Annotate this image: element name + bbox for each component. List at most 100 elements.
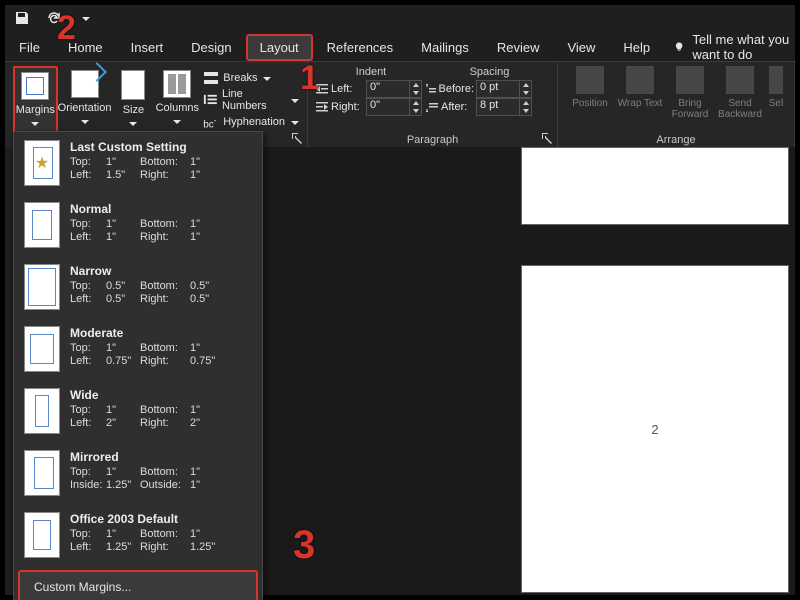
preset-top-value: 1" (106, 404, 140, 416)
margin-preset-thumb (24, 388, 60, 434)
hyphenation-label: Hyphenation (223, 116, 285, 128)
size-button[interactable]: Size (111, 66, 155, 126)
stepper-down-icon[interactable] (519, 107, 531, 115)
line-numbers-button[interactable]: Line Numbers (203, 90, 299, 110)
save-icon[interactable] (13, 9, 31, 27)
redo-icon[interactable] (45, 9, 63, 27)
custom-margins-button[interactable]: Custom Margins... (18, 570, 258, 600)
tab-file[interactable]: File (5, 34, 54, 61)
preset-bottom-value: 1" (190, 218, 220, 230)
spacing-before-input[interactable]: 0 pt (476, 80, 532, 98)
qat-dropdown-icon[interactable] (77, 9, 95, 27)
selection-pane-label: Sel (769, 98, 783, 109)
stepper-up-icon[interactable] (519, 81, 531, 89)
preset-left-value: 1.25" (106, 479, 140, 491)
preset-bottom-value: 1" (190, 404, 220, 416)
indent-heading: Indent (356, 66, 387, 78)
indent-right-label: Right: (316, 101, 364, 113)
indent-right-icon (316, 102, 328, 112)
chevron-down-icon (81, 120, 89, 124)
margin-preset-thumb (24, 326, 60, 372)
preset-bottom-label: Bottom: (140, 404, 190, 416)
spacing-after-input[interactable]: 8 pt (476, 98, 532, 116)
preset-left-value: 1" (106, 231, 140, 243)
tab-layout[interactable]: Layout (246, 34, 313, 61)
stepper-up-icon[interactable] (409, 81, 421, 89)
preset-top-value: 1" (106, 342, 140, 354)
preset-bottom-label: Bottom: (140, 342, 190, 354)
tell-me-search[interactable]: Tell me what you want to do (674, 32, 795, 62)
wrap-text-icon (626, 66, 654, 94)
preset-top-value: 0.5" (106, 280, 140, 292)
stepper-up-icon[interactable] (409, 99, 421, 107)
indent-right-input[interactable]: 0" (366, 98, 422, 116)
preset-right-value: 0.75" (190, 355, 220, 367)
preset-left-label: Inside: (70, 479, 106, 491)
position-label: Position (572, 98, 608, 109)
size-icon (121, 70, 145, 100)
document-page-2: 2 (521, 265, 789, 593)
spacing-before-value: 0 pt (477, 81, 519, 97)
chevron-down-icon (263, 77, 271, 81)
margin-preset-name: Normal (70, 202, 252, 216)
star-icon: ★ (35, 153, 49, 173)
preset-right-value: 0.5" (190, 293, 220, 305)
indent-left-input[interactable]: 0" (366, 80, 422, 98)
margins-button[interactable]: Margins (13, 66, 58, 136)
paragraph-dialog-launcher[interactable] (541, 132, 553, 144)
preset-bottom-label: Bottom: (140, 528, 190, 540)
tell-me-label: Tell me what you want to do (692, 32, 795, 62)
margin-preset-custom[interactable]: ★ Last Custom SettingTop:1"Bottom:1"Left:… (14, 132, 262, 194)
margin-preset-mirror[interactable]: MirroredTop:1"Bottom:1"Inside:1.25"Outsi… (14, 442, 262, 504)
spacing-after-label: After: (426, 101, 474, 113)
orientation-button[interactable]: Orientation (58, 66, 112, 124)
chevron-down-icon (291, 121, 299, 125)
tab-insert[interactable]: Insert (117, 34, 178, 61)
margin-preset-normal[interactable]: NormalTop:1"Bottom:1"Left:1"Right:1" (14, 194, 262, 256)
arrange-section-label: Arrange (558, 134, 794, 146)
tab-home[interactable]: Home (54, 34, 117, 61)
preset-right-label: Right: (140, 169, 190, 181)
orientation-icon (71, 70, 99, 98)
page-setup-dialog-launcher[interactable] (291, 132, 303, 144)
tab-mailings[interactable]: Mailings (407, 34, 483, 61)
margin-preset-text: MirroredTop:1"Bottom:1"Inside:1.25"Outsi… (70, 450, 252, 496)
preset-right-label: Right: (140, 231, 190, 243)
breaks-button[interactable]: Breaks (203, 68, 299, 88)
line-numbers-label: Line Numbers (222, 88, 285, 112)
margin-preset-thumb (24, 264, 60, 310)
group-paragraph: Indent Spacing Left: 0" Before: 0 pt Ri (308, 62, 558, 147)
preset-right-value: 1.25" (190, 541, 220, 553)
size-label: Size (123, 104, 144, 116)
preset-bottom-label: Bottom: (140, 156, 190, 168)
margin-preset-office[interactable]: Office 2003 DefaultTop:1"Bottom:1"Left:1… (14, 504, 262, 566)
tab-references[interactable]: References (313, 34, 407, 61)
preset-left-value: 2" (106, 417, 140, 429)
margin-preset-narrow[interactable]: NarrowTop:0.5"Bottom:0.5"Left:0.5"Right:… (14, 256, 262, 318)
margin-preset-moderate[interactable]: ModerateTop:1"Bottom:1"Left:0.75"Right:0… (14, 318, 262, 380)
page-number: 2 (651, 422, 658, 437)
preset-top-value: 1" (106, 528, 140, 540)
margin-preset-text: Last Custom SettingTop:1"Bottom:1"Left:1… (70, 140, 252, 186)
hyphenation-icon: bc- (203, 115, 219, 129)
tab-help[interactable]: Help (609, 34, 664, 61)
preset-right-label: Right: (140, 293, 190, 305)
margin-preset-wide[interactable]: WideTop:1"Bottom:1"Left:2"Right:2" (14, 380, 262, 442)
stepper-down-icon[interactable] (409, 89, 421, 97)
tab-design[interactable]: Design (177, 34, 245, 61)
stepper-up-icon[interactable] (519, 99, 531, 107)
document-area[interactable]: 2 (265, 147, 795, 595)
indent-left-value: 0" (367, 81, 409, 97)
hyphenation-button[interactable]: bc- Hyphenation (203, 112, 299, 132)
breaks-label: Breaks (223, 72, 257, 84)
preset-top-value: 1" (106, 466, 140, 478)
margin-preset-name: Narrow (70, 264, 252, 278)
tab-review[interactable]: Review (483, 34, 554, 61)
preset-top-label: Top: (70, 528, 106, 540)
margin-preset-text: WideTop:1"Bottom:1"Left:2"Right:2" (70, 388, 252, 434)
margin-preset-name: Mirrored (70, 450, 252, 464)
tab-view[interactable]: View (553, 34, 609, 61)
columns-button[interactable]: Columns (155, 66, 199, 124)
stepper-down-icon[interactable] (409, 107, 421, 115)
stepper-down-icon[interactable] (519, 89, 531, 97)
